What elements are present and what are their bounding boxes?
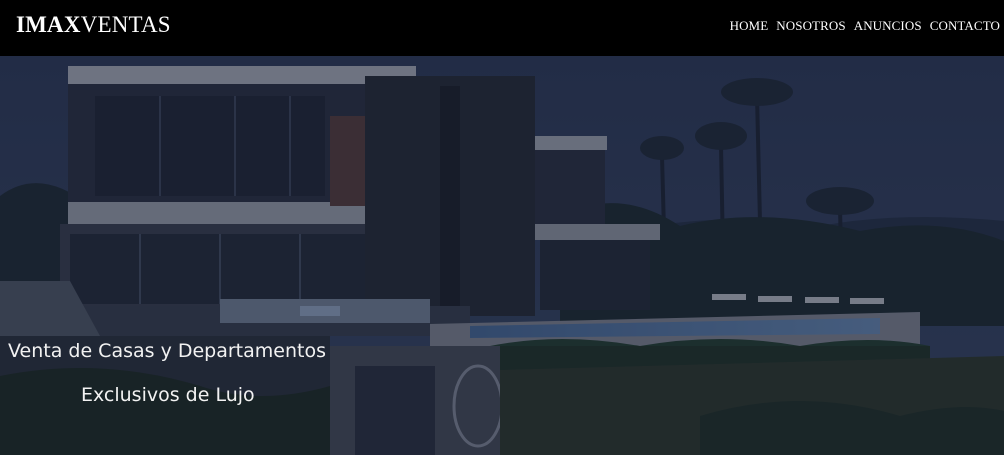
site-logo[interactable]: IMAXVENTAS — [16, 12, 171, 38]
nav-contacto-link[interactable]: CONTACTO — [930, 18, 1000, 34]
hero-title: Venta de Casas y Departamentos — [8, 340, 326, 362]
site-header: IMAXVENTAS HOME NOSOTROS ANUNCIOS CONTAC… — [0, 0, 1004, 56]
logo-bold-text: IMAX — [16, 12, 81, 37]
logo-light-text: VENTAS — [80, 12, 171, 37]
main-nav: HOME NOSOTROS ANUNCIOS CONTACTO — [730, 18, 1000, 34]
nav-home-link[interactable]: HOME — [730, 18, 769, 34]
hero-subtitle: Exclusivos de Lujo — [81, 384, 255, 406]
nav-nosotros-link[interactable]: NOSOTROS — [776, 18, 845, 34]
hero-banner: Venta de Casas y Departamentos Exclusivo… — [0, 56, 1004, 455]
nav-anuncios-link[interactable]: ANUNCIOS — [854, 18, 922, 34]
